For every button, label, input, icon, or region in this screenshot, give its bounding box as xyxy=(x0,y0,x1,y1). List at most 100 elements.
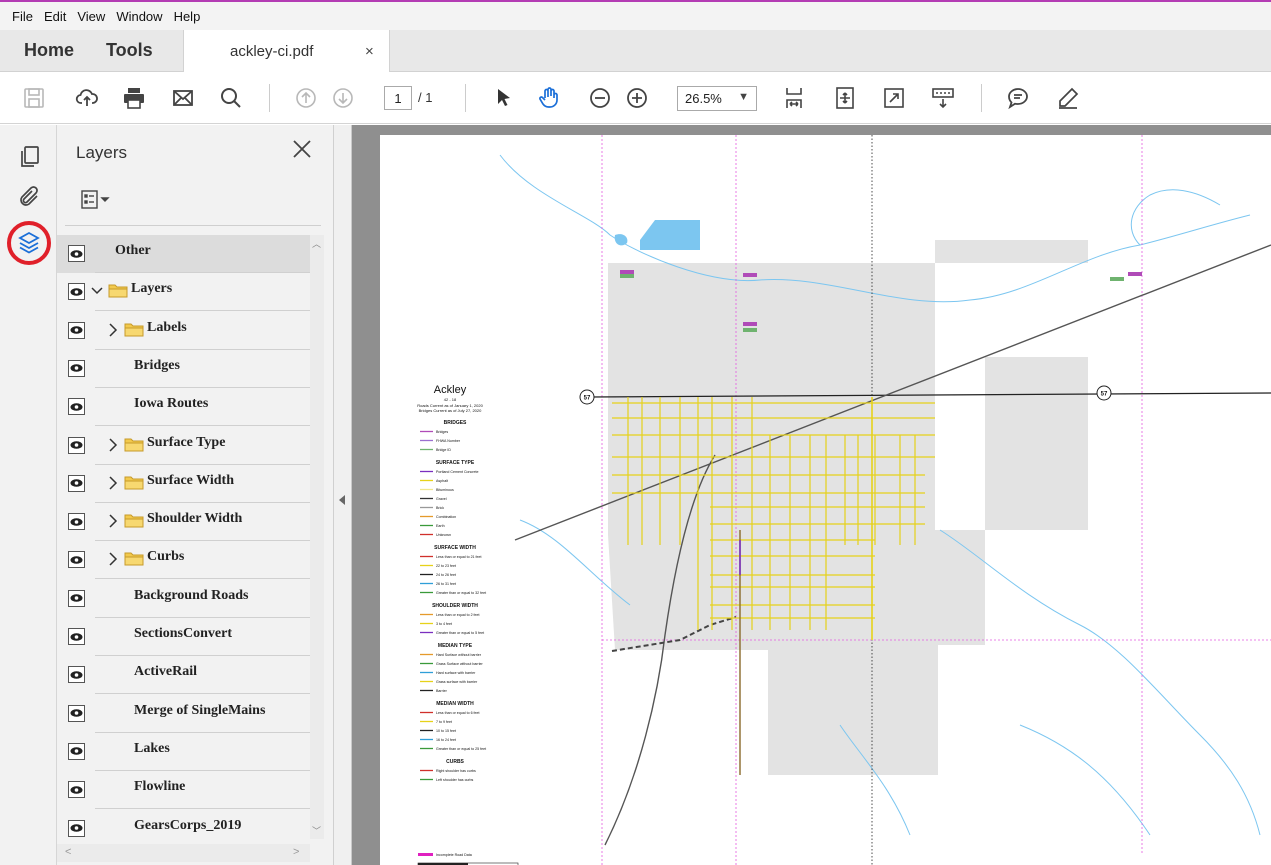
layer-row[interactable]: Labels xyxy=(57,312,310,350)
print-icon[interactable] xyxy=(121,85,147,111)
scroll-down-icon[interactable]: ﹀ xyxy=(312,824,321,837)
rotate-view-icon[interactable] xyxy=(832,85,858,111)
read-mode-icon[interactable] xyxy=(930,85,956,111)
bridge-marker xyxy=(620,274,634,278)
layer-row[interactable]: Iowa Routes xyxy=(57,388,310,427)
panel-collapse-handle[interactable] xyxy=(334,125,352,865)
tab-tools[interactable]: Tools xyxy=(106,40,153,61)
zoom-out-icon[interactable] xyxy=(587,85,613,111)
toolbar-separator xyxy=(269,84,270,112)
select-cursor-icon[interactable] xyxy=(491,85,517,111)
layer-row[interactable]: Bridges xyxy=(57,350,310,388)
zoom-select[interactable]: 26.5% ▼ xyxy=(677,86,757,111)
creek-line xyxy=(1019,724,1151,836)
attachments-icon[interactable] xyxy=(17,185,41,209)
upload-cloud-icon[interactable] xyxy=(74,85,100,111)
eye-icon[interactable] xyxy=(68,283,85,301)
horizontal-scrollbar[interactable]: < > xyxy=(57,844,310,862)
legend-item-label: Asphalt xyxy=(436,479,448,483)
tab-home[interactable]: Home xyxy=(24,40,74,61)
layer-row[interactable]: Surface Type xyxy=(57,427,310,465)
page-number-input[interactable]: 1 xyxy=(384,86,412,110)
legend-heading: MEDIAN WIDTH xyxy=(436,701,474,707)
legend-heading: BRIDGES xyxy=(444,420,467,426)
eye-icon[interactable] xyxy=(68,666,85,684)
layer-label: ActiveRail xyxy=(134,664,197,680)
eye-icon[interactable] xyxy=(68,321,85,339)
eye-icon[interactable] xyxy=(68,513,85,531)
legend-item-label: Bridge ID xyxy=(436,448,451,452)
layer-label: Bridges xyxy=(134,357,180,373)
eye-icon[interactable] xyxy=(68,819,85,837)
menu-view[interactable]: View xyxy=(77,9,105,24)
close-tab-button[interactable]: × xyxy=(365,43,374,60)
chevron-right-icon[interactable] xyxy=(107,552,119,566)
highlight-pen-icon[interactable] xyxy=(1055,85,1081,111)
scroll-up-icon[interactable]: ︿ xyxy=(312,237,321,250)
eye-icon[interactable] xyxy=(68,359,85,377)
eye-icon[interactable] xyxy=(68,436,85,454)
eye-icon[interactable] xyxy=(68,742,85,760)
layer-row[interactable]: Flowline xyxy=(57,771,310,810)
toolbar xyxy=(0,72,1271,124)
layer-row[interactable]: Background Roads xyxy=(57,580,310,618)
chevron-right-icon[interactable] xyxy=(107,514,119,528)
fit-page-icon[interactable] xyxy=(781,85,807,111)
chevron-right-icon[interactable] xyxy=(107,323,119,337)
chevron-right-icon[interactable] xyxy=(107,476,119,490)
zoom-in-icon[interactable] xyxy=(624,85,650,111)
chevron-down-icon[interactable] xyxy=(91,284,103,298)
hand-tool-icon[interactable] xyxy=(536,85,562,111)
layer-row[interactable]: GearsCorps_2019 xyxy=(57,810,310,848)
previous-page-icon[interactable] xyxy=(293,85,319,111)
document-tab-label: ackley-ci.pdf xyxy=(230,43,314,60)
vertical-scrollbar[interactable]: ︿ ﹀ xyxy=(310,235,324,839)
collapse-arrow-icon xyxy=(339,495,345,505)
eye-icon[interactable] xyxy=(68,781,85,799)
eye-icon[interactable] xyxy=(68,551,85,569)
layer-row[interactable]: Merge of SingleMains xyxy=(57,695,310,733)
eye-icon[interactable] xyxy=(68,589,85,607)
scroll-right-icon[interactable]: > xyxy=(293,846,299,858)
layer-row[interactable]: Shoulder Width xyxy=(57,503,310,542)
layer-row[interactable]: Other xyxy=(57,235,310,273)
eye-icon[interactable] xyxy=(68,704,85,722)
layer-row[interactable]: Surface Width xyxy=(57,465,310,503)
page-thumbnails-icon[interactable] xyxy=(17,145,41,169)
legend-heading: CURBS xyxy=(446,759,464,765)
menu-window[interactable]: Window xyxy=(116,9,162,24)
legend-item-label: Less than or equal to 21 feet xyxy=(436,555,482,559)
email-icon[interactable] xyxy=(170,85,196,111)
legend-item-label: Barrier xyxy=(436,689,448,693)
menu-edit[interactable]: Edit xyxy=(44,9,66,24)
layer-row[interactable]: ActiveRail xyxy=(57,656,310,695)
search-icon[interactable] xyxy=(218,85,244,111)
eye-icon[interactable] xyxy=(68,245,85,262)
layer-row[interactable]: SectionsConvert xyxy=(57,618,310,656)
layer-row[interactable]: Lakes xyxy=(57,733,310,771)
layer-row[interactable]: Layers xyxy=(57,273,310,312)
comment-icon[interactable] xyxy=(1005,85,1031,111)
eye-icon[interactable] xyxy=(68,398,85,416)
options-menu-icon[interactable] xyxy=(81,190,117,210)
close-icon[interactable] xyxy=(290,137,314,161)
menu-file[interactable]: File xyxy=(12,9,33,24)
layers-icon[interactable] xyxy=(17,231,41,255)
pdf-page: 57 57 Ackley 42 - 18 Roads Current as of Jan… xyxy=(380,135,1271,865)
document-viewport[interactable]: 57 57 Ackley 42 - 18 Roads Current as of Jan… xyxy=(352,125,1271,865)
save-icon[interactable] xyxy=(21,85,47,111)
document-tab[interactable]: ackley-ci.pdf × xyxy=(183,30,390,72)
chevron-right-icon[interactable] xyxy=(107,437,119,452)
next-page-icon[interactable] xyxy=(330,85,356,111)
scroll-left-icon[interactable]: < xyxy=(65,846,71,858)
toolbar-separator xyxy=(465,84,466,112)
full-screen-icon[interactable] xyxy=(881,85,907,111)
eye-icon[interactable] xyxy=(68,474,85,492)
menu-help[interactable]: Help xyxy=(174,9,201,24)
lake xyxy=(640,220,700,250)
layer-row[interactable]: Curbs xyxy=(57,541,310,580)
eye-icon[interactable] xyxy=(68,628,85,645)
legend-item-label: Brick xyxy=(436,506,444,510)
bridge-marker xyxy=(743,322,757,326)
layer-label: Lakes xyxy=(134,740,170,756)
